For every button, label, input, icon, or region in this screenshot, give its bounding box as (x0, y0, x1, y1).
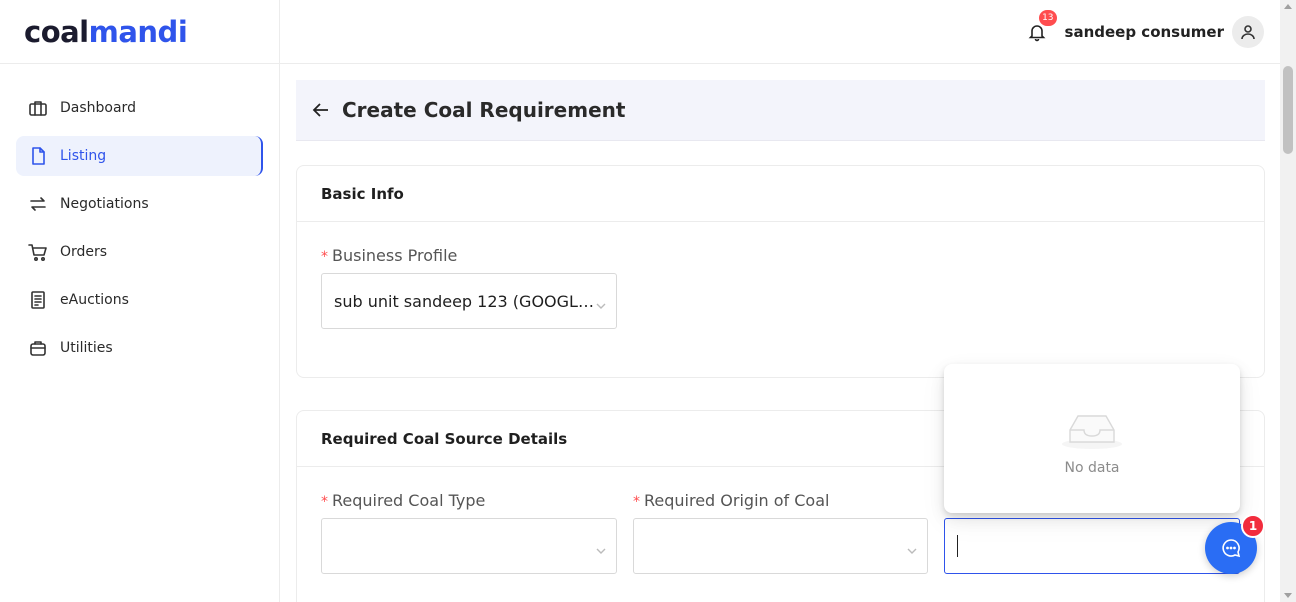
chat-icon (1222, 539, 1241, 558)
sidebar-item-dashboard[interactable]: Dashboard (16, 88, 263, 128)
briefcase-icon (28, 98, 48, 118)
sidebar-item-eauctions[interactable]: eAuctions (16, 280, 263, 320)
empty-inbox-icon (1062, 414, 1122, 449)
swap-icon (28, 194, 48, 214)
document-icon (28, 146, 48, 166)
chevron-down-icon (907, 541, 917, 554)
required-asterisk: * (321, 249, 328, 265)
scroll-up-arrow[interactable] (1284, 4, 1292, 9)
basic-info-card: Basic Info * Business Profile sub unit sa… (296, 165, 1265, 378)
sidebar-item-label: Dashboard (60, 100, 136, 116)
sidebar-item-label: Listing (60, 148, 107, 164)
notification-bell[interactable]: 13 (1025, 9, 1057, 44)
file-list-icon (28, 290, 48, 310)
required-asterisk: * (633, 494, 640, 510)
page-title: Create Coal Requirement (342, 98, 626, 122)
sidebar-nav: Dashboard Listing Negotiations Orders eA… (0, 64, 279, 368)
page-scrollbar[interactable] (1280, 0, 1296, 602)
sidebar-item-utilities[interactable]: Utilities (16, 328, 263, 368)
sidebar-item-listing[interactable]: Listing (16, 136, 263, 176)
origin-label-text: Required Origin of Coal (644, 491, 830, 510)
sidebar-item-label: eAuctions (60, 292, 129, 308)
brand-logo[interactable]: coal mandi (0, 0, 279, 64)
no-data-text: No data (1064, 459, 1120, 476)
text-caret (957, 535, 958, 557)
coal-type-label-text: Required Coal Type (332, 491, 486, 510)
chevron-down-icon (596, 296, 606, 309)
user-name[interactable]: sandeep consumer (1065, 23, 1224, 41)
business-profile-value: sub unit sandeep 123 (GOOGLE INDIA PVT L… (334, 291, 594, 311)
sidebar-item-orders[interactable]: Orders (16, 232, 263, 272)
business-profile-label: * Business Profile (321, 246, 457, 265)
sidebar: coal mandi Dashboard Listing Negotiations… (0, 0, 280, 602)
brand-logo-part2: mandi (88, 14, 188, 49)
arrow-left-icon[interactable] (312, 101, 330, 119)
main-content: Create Coal Requirement Basic Info * Busi… (281, 65, 1280, 602)
brand-logo-part1: coal (24, 14, 89, 49)
business-profile-select[interactable]: sub unit sandeep 123 (GOOGLE INDIA PVT L… (321, 273, 617, 329)
origin-label: * Required Origin of Coal (633, 491, 829, 510)
chevron-down-icon (596, 541, 606, 554)
page-header: Create Coal Requirement (296, 80, 1265, 141)
select-dropdown-empty: No data (944, 364, 1240, 513)
coal-type-label: * Required Coal Type (321, 491, 485, 510)
coal-type-select[interactable] (321, 518, 617, 574)
scroll-down-arrow[interactable] (1284, 593, 1292, 598)
notification-count-badge: 13 (1039, 9, 1057, 26)
basic-info-heading: Basic Info (297, 166, 1264, 222)
top-header: 13 sandeep consumer (280, 0, 1280, 64)
avatar[interactable] (1232, 15, 1264, 48)
business-profile-label-text: Business Profile (332, 246, 458, 265)
third-select-focused[interactable]: × (944, 518, 1240, 574)
origin-select[interactable] (633, 518, 928, 574)
cart-icon (28, 242, 48, 262)
scrollbar-thumb[interactable] (1283, 66, 1293, 154)
chat-unread-badge: 1 (1241, 514, 1265, 538)
required-asterisk: * (321, 494, 328, 510)
sidebar-item-label: Negotiations (60, 196, 149, 212)
bag-icon (28, 338, 48, 358)
sidebar-item-label: Orders (60, 244, 108, 260)
sidebar-item-label: Utilities (60, 340, 113, 356)
user-icon (1241, 24, 1255, 39)
sidebar-item-negotiations[interactable]: Negotiations (16, 184, 263, 224)
